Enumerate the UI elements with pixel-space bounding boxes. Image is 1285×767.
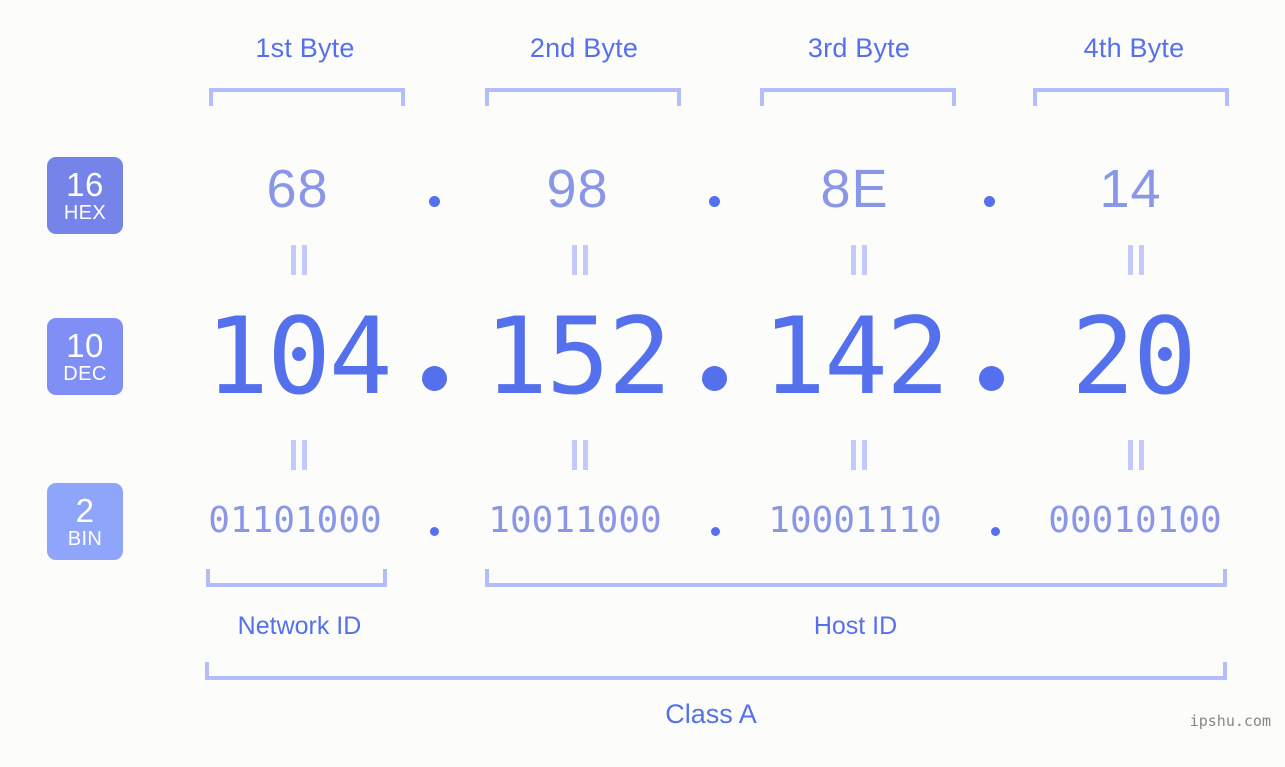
dec-separator-dot-2 (702, 366, 727, 391)
bin-byte-value-3: 10001110 (768, 500, 942, 541)
hex-byte-value-4: 14 (1099, 159, 1162, 219)
dec-byte-value-3: 142 (762, 295, 949, 418)
byte-header-label-1: 1st Byte (255, 33, 355, 63)
byte-bracket-top-4 (1033, 88, 1229, 106)
hex-byte-value-2: 98 (546, 159, 609, 219)
bin-byte-value-2: 10011000 (488, 500, 662, 541)
base-badge-dec-number: 10 (66, 327, 104, 364)
base-badge-hex-name: HEX (63, 202, 107, 224)
dec-separator-dot-3 (979, 366, 1004, 391)
base-badge-hex: 16 HEX (47, 157, 123, 234)
byte-header-label-4: 4th Byte (1083, 33, 1185, 63)
hex-byte-value-1: 68 (266, 159, 329, 219)
byte-header-label-2: 2nd Byte (529, 33, 639, 63)
byte-header-label-3: 3rd Byte (807, 33, 911, 63)
equals-icon-hex-dec-1 (289, 245, 309, 275)
network-id-bracket (206, 569, 387, 587)
base-badge-bin-number: 2 (75, 492, 95, 529)
byte-bracket-top-3 (760, 88, 956, 106)
byte-bracket-top-1 (209, 88, 405, 106)
equals-icon-dec-bin-2 (570, 440, 590, 470)
base-badge-dec-name: DEC (63, 363, 107, 385)
equals-icon-hex-dec-3 (849, 245, 869, 275)
bin-separator-dot-3 (991, 527, 1000, 536)
site-watermark: ipshu.com (1189, 712, 1271, 730)
host-id-bracket (485, 569, 1227, 587)
hex-separator-dot-1 (429, 196, 440, 207)
hex-separator-dot-3 (984, 196, 995, 207)
bin-byte-value-1: 01101000 (208, 500, 382, 541)
equals-icon-dec-bin-3 (849, 440, 869, 470)
equals-icon-hex-dec-2 (570, 245, 590, 275)
bin-separator-dot-1 (430, 527, 439, 536)
base-badge-dec: 10 DEC (47, 318, 123, 395)
ip-address-breakdown-diagram: 1st Byte 2nd Byte 3rd Byte 4th Byte 16 H… (0, 0, 1285, 767)
host-id-label: Host ID (813, 612, 898, 640)
hex-separator-dot-2 (709, 196, 720, 207)
class-label: Class A (665, 699, 757, 729)
class-bracket (205, 662, 1227, 680)
dec-byte-value-4: 20 (1071, 295, 1197, 418)
equals-icon-dec-bin-1 (289, 440, 309, 470)
dec-byte-value-2: 152 (484, 295, 671, 418)
base-badge-hex-number: 16 (66, 166, 104, 203)
dec-byte-value-1: 104 (205, 295, 392, 418)
dec-separator-dot-1 (422, 366, 447, 391)
byte-bracket-top-2 (485, 88, 681, 106)
bin-separator-dot-2 (711, 527, 720, 536)
equals-icon-hex-dec-4 (1126, 245, 1146, 275)
hex-byte-value-3: 8E (820, 159, 889, 219)
base-badge-bin-name: BIN (67, 528, 103, 550)
equals-icon-dec-bin-4 (1126, 440, 1146, 470)
base-badge-bin: 2 BIN (47, 483, 123, 560)
bin-byte-value-4: 00010100 (1048, 500, 1222, 541)
network-id-label: Network ID (237, 612, 362, 640)
